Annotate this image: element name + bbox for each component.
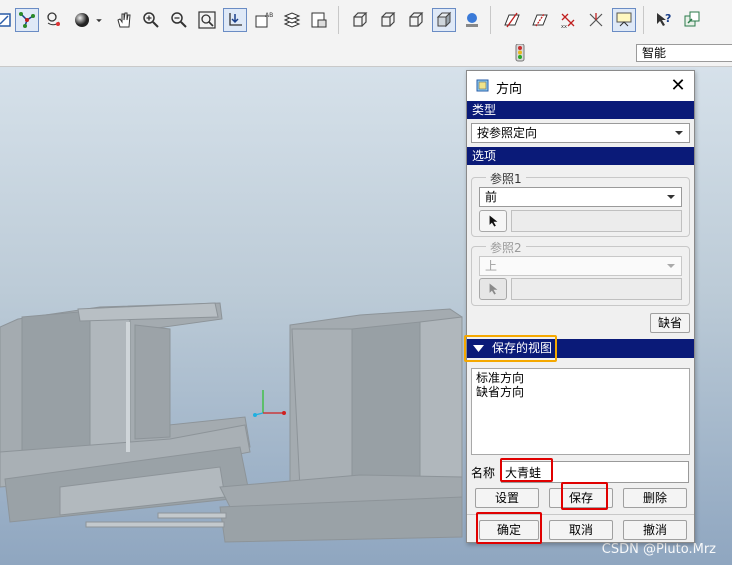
layers-icon[interactable] xyxy=(280,8,304,32)
saved-views-icon[interactable]: AB xyxy=(251,8,275,32)
zoom-out-icon[interactable] xyxy=(167,8,191,32)
spin-center-icon[interactable] xyxy=(15,8,39,32)
cancel-button[interactable]: 取消 xyxy=(549,520,613,540)
watermark: CSDN @Pluto.Mrz xyxy=(601,542,716,557)
saved-views-highlight xyxy=(464,335,557,362)
reference1-value: 前 xyxy=(485,190,498,204)
dialog-app-icon xyxy=(476,79,489,92)
appearance-dropdown-icon[interactable] xyxy=(92,8,106,32)
reference1-collector[interactable] xyxy=(511,210,682,232)
hand-pan-icon[interactable] xyxy=(112,8,136,32)
coordinate-triad xyxy=(253,390,286,417)
ok-highlight xyxy=(476,512,542,544)
save-highlight xyxy=(561,482,608,510)
dialog-titlebar[interactable]: 方向 ✕ xyxy=(467,71,694,101)
appearance-manager-icon[interactable] xyxy=(460,8,484,32)
svg-text:AB: AB xyxy=(265,12,273,19)
type-section-header: 类型 xyxy=(467,101,694,119)
shaded-cube-icon[interactable] xyxy=(348,8,372,32)
svg-text:xx: xx xyxy=(561,24,567,30)
svg-text:?: ? xyxy=(665,12,671,25)
list-item[interactable]: 标准方向 xyxy=(476,371,685,385)
reference1-pick-button[interactable] xyxy=(479,210,507,232)
shading-cube-icon[interactable] xyxy=(432,8,456,32)
reference1-label: 参照1 xyxy=(486,170,526,187)
chevron-down-icon xyxy=(667,264,675,268)
view-normal-icon[interactable] xyxy=(0,8,16,32)
reference2-collector[interactable] xyxy=(511,278,682,300)
reference1-select[interactable]: 前 xyxy=(479,187,682,207)
orient-icon[interactable] xyxy=(223,8,247,32)
window-manager-icon[interactable] xyxy=(680,8,704,32)
datum-planes-icon[interactable] xyxy=(500,8,524,32)
saved-views-list[interactable]: 标准方向 缺省方向 xyxy=(471,368,690,455)
secondary-toolbar xyxy=(0,40,732,67)
datum-csys-icon[interactable] xyxy=(584,8,608,32)
cursor-arrow-icon xyxy=(489,283,497,295)
orientation-dialog: 方向 ✕ 类型 按参照定向 选项 参照1 前 参照2 上 缺省 保存的视图 标准… xyxy=(464,70,695,544)
set-button[interactable]: 设置 xyxy=(475,488,539,508)
dialog-title: 方向 xyxy=(496,82,523,97)
reference2-select[interactable]: 上 xyxy=(479,256,682,276)
default-button[interactable]: 缺省 xyxy=(650,313,690,333)
list-item[interactable]: 缺省方向 xyxy=(476,385,685,399)
cursor-arrow-icon xyxy=(489,215,497,227)
type-select[interactable]: 按参照定向 xyxy=(471,123,690,143)
main-toolbar: AB xx ? xyxy=(0,0,732,41)
revert-button[interactable]: 撤消 xyxy=(623,520,687,540)
options-section-header: 选项 xyxy=(467,147,694,165)
reference2-label: 参照2 xyxy=(486,239,526,256)
traffic-light-icon[interactable] xyxy=(513,43,527,62)
pan-zoom-icon[interactable] xyxy=(42,8,66,32)
toolbar-separator xyxy=(643,6,644,34)
refit-icon[interactable] xyxy=(195,8,219,32)
close-button[interactable]: ✕ xyxy=(668,76,688,96)
chevron-down-icon xyxy=(667,195,675,199)
reference2-pick-button[interactable] xyxy=(479,278,507,300)
toolbar-separator xyxy=(490,6,491,34)
close-icon: ✕ xyxy=(670,75,686,96)
annotation-display-icon[interactable] xyxy=(612,8,636,32)
name-label: 名称 xyxy=(471,466,496,480)
smart-filter-select[interactable]: 智能 xyxy=(636,44,732,62)
display-style-icon[interactable] xyxy=(307,8,331,32)
delete-button[interactable]: 删除 xyxy=(623,488,687,508)
type-select-value: 按参照定向 xyxy=(477,126,538,140)
no-hidden-cube-icon[interactable] xyxy=(404,8,428,32)
toolbar-separator xyxy=(338,6,339,34)
context-help-icon[interactable]: ? xyxy=(652,8,676,32)
name-highlight xyxy=(500,458,553,482)
reference2-value: 上 xyxy=(485,259,498,273)
hidden-line-cube-icon[interactable] xyxy=(376,8,400,32)
sphere-appearance-icon[interactable] xyxy=(70,8,94,32)
zoom-in-icon[interactable] xyxy=(139,8,163,32)
chevron-down-icon xyxy=(675,131,683,135)
datum-axes-icon[interactable] xyxy=(528,8,552,32)
datum-points-icon[interactable]: xx xyxy=(556,8,580,32)
